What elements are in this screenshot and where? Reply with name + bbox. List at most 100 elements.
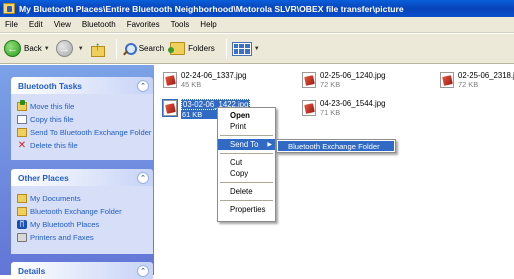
file-item[interactable]: 02-25-06_1240.jpg 72 KB: [302, 71, 385, 89]
place-my-bluetooth-places[interactable]: ᛖ My Bluetooth Places: [17, 218, 149, 231]
toolbar: ← Back ▼ → ▼ Search Folders ▼: [0, 34, 514, 64]
move-folder-icon: [17, 100, 27, 111]
folder-icon: [17, 128, 27, 137]
menu-item-copy[interactable]: Copy: [218, 168, 275, 179]
chevron-down-icon[interactable]: ▼: [78, 46, 84, 52]
views-icon: [231, 41, 252, 56]
menu-item-label: Send To: [230, 140, 259, 149]
file-size: 71 KB: [320, 108, 341, 117]
other-places-body: My Documents Bluetooth Exchange Folder ᛖ…: [11, 186, 153, 254]
send-to-submenu: Bluetooth Exchange Folder: [276, 139, 396, 153]
chevron-down-icon[interactable]: ▼: [254, 46, 260, 52]
search-icon: [122, 42, 137, 56]
chevron-down-icon[interactable]: ▼: [44, 46, 50, 52]
menu-favorites[interactable]: Favorites: [127, 20, 160, 29]
task-copy-file[interactable]: Copy this file: [17, 113, 149, 126]
task-move-file[interactable]: Move this file: [17, 100, 149, 113]
back-button[interactable]: ← Back ▼: [4, 40, 50, 57]
task-label: Move this file: [30, 102, 75, 111]
task-delete-file[interactable]: ✕ Delete this file: [17, 139, 149, 152]
bluetooth-icon: ᛖ: [17, 220, 27, 229]
folder-icon: [17, 207, 27, 216]
context-menu: Open Print Send To ▶ Cut Copy Delete Pro…: [217, 107, 276, 222]
folders-button[interactable]: Folders: [168, 42, 215, 55]
menu-separator: [220, 182, 273, 183]
place-label: My Documents: [30, 194, 81, 203]
menu-separator: [220, 135, 273, 136]
jpeg-file-icon: [162, 99, 178, 117]
panel-title: Other Places: [18, 172, 69, 183]
bluetooth-tasks-body: Move this file Copy this file Send To Bl…: [11, 94, 153, 160]
file-item[interactable]: 02-25-06_2318.jpg 72 KB: [440, 71, 514, 89]
bluetooth-tasks-header[interactable]: Bluetooth Tasks ⌃: [11, 77, 153, 94]
place-my-documents[interactable]: My Documents: [17, 192, 149, 205]
other-places-panel: Other Places ⌃ My Documents Bluetooth Ex…: [11, 169, 153, 254]
title-bar[interactable]: My Bluetooth Places\Entire Bluetooth Nei…: [0, 0, 514, 17]
place-label: Printers and Faxes: [30, 233, 94, 242]
copy-icon: [17, 115, 27, 124]
menu-item-delete[interactable]: Delete: [218, 186, 275, 197]
menu-item-properties[interactable]: Properties: [218, 204, 275, 215]
submenu-item-bluetooth-exchange[interactable]: Bluetooth Exchange Folder: [278, 141, 394, 151]
menu-item-send-to[interactable]: Send To ▶: [218, 139, 275, 150]
file-list[interactable]: 02-24-06_1337.jpg 45 KB 02-25-06_1240.jp…: [154, 65, 514, 275]
documents-folder-icon: [17, 194, 27, 203]
file-size: 45 KB: [181, 80, 202, 89]
printer-icon: [17, 233, 27, 242]
jpeg-file-icon: [163, 72, 177, 88]
file-size: 72 KB: [458, 80, 479, 89]
task-send-to-exchange[interactable]: Send To Bluetooth Exchange Folder: [17, 126, 152, 139]
jpeg-file-icon: [440, 72, 454, 88]
file-item[interactable]: 02-24-06_1337.jpg 45 KB: [163, 71, 246, 89]
task-label: Delete this file: [30, 141, 78, 150]
toolbar-divider: [115, 38, 117, 59]
place-label: My Bluetooth Places: [30, 220, 100, 229]
panel-title: Details: [18, 265, 46, 276]
details-panel: Details ⌃: [11, 262, 153, 279]
search-label: Search: [138, 44, 165, 53]
task-label: Send To Bluetooth Exchange Folder: [30, 128, 152, 137]
menu-bluetooth[interactable]: Bluetooth: [82, 20, 116, 29]
window-title: My Bluetooth Places\Entire Bluetooth Nei…: [19, 3, 404, 14]
file-name: 02-25-06_1240.jpg: [320, 71, 386, 80]
menu-view[interactable]: View: [54, 20, 71, 29]
submenu-arrow-icon: ▶: [267, 142, 272, 148]
search-button[interactable]: Search: [122, 42, 164, 56]
place-label: Bluetooth Exchange Folder: [30, 207, 122, 216]
other-places-header[interactable]: Other Places ⌃: [11, 169, 153, 186]
up-folder-icon[interactable]: [90, 39, 105, 57]
forward-arrow-icon: →: [55, 40, 73, 57]
menu-separator: [220, 200, 273, 201]
delete-x-icon: ✕: [17, 140, 27, 151]
menu-tools[interactable]: Tools: [171, 20, 190, 29]
task-label: Copy this file: [30, 115, 74, 124]
file-item[interactable]: 04-23-06_1544.jpg 71 KB: [302, 99, 385, 117]
folders-icon: [168, 42, 186, 55]
collapse-icon[interactable]: ⌃: [137, 171, 149, 184]
toolbar-divider: [225, 38, 227, 59]
menu-file[interactable]: File: [5, 20, 18, 29]
menu-separator: [220, 153, 273, 154]
menu-bar: File Edit View Bluetooth Favorites Tools…: [0, 17, 514, 33]
file-size: 72 KB: [320, 80, 341, 89]
task-pane[interactable]: Bluetooth Tasks ⌃ Move this file Copy th…: [0, 65, 154, 279]
back-arrow-icon: ←: [4, 40, 21, 57]
collapse-icon[interactable]: ⌃: [137, 79, 149, 92]
details-header[interactable]: Details ⌃: [11, 262, 153, 279]
jpeg-file-icon: [302, 72, 316, 88]
menu-item-print[interactable]: Print: [218, 121, 275, 132]
menu-item-open[interactable]: Open: [218, 110, 275, 121]
file-name: 02-24-06_1337.jpg: [181, 71, 247, 80]
views-button[interactable]: ▼: [231, 41, 260, 56]
menu-help[interactable]: Help: [200, 20, 216, 29]
forward-button[interactable]: → ▼: [55, 40, 84, 57]
place-bluetooth-exchange[interactable]: Bluetooth Exchange Folder: [17, 205, 149, 218]
folders-label: Folders: [188, 44, 215, 53]
menu-item-cut[interactable]: Cut: [218, 157, 275, 168]
jpeg-file-icon: [302, 100, 316, 116]
bluetooth-tasks-panel: Bluetooth Tasks ⌃ Move this file Copy th…: [11, 77, 153, 160]
place-printers-faxes[interactable]: Printers and Faxes: [17, 231, 149, 244]
back-label: Back: [24, 44, 42, 53]
panel-title: Bluetooth Tasks: [18, 80, 82, 91]
menu-edit[interactable]: Edit: [29, 20, 43, 29]
